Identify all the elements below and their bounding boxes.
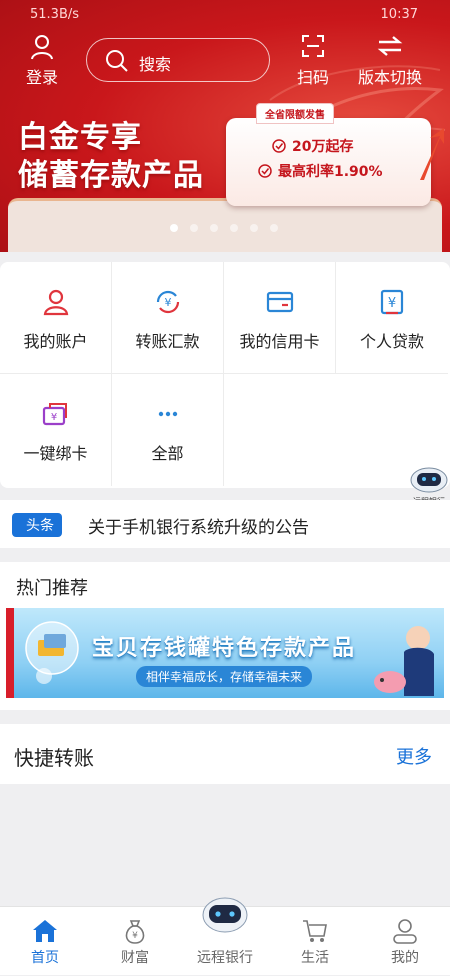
child-piggybank-illustration-icon [374,626,434,696]
bind-card-icon: ¥ [42,403,67,426]
arrow-up-icon [420,128,444,180]
carousel-dot[interactable] [170,224,178,232]
cart-icon [303,920,327,942]
person-icon [393,919,417,944]
tab-wealth[interactable]: ¥ 财富 [90,907,180,976]
tab-home[interactable]: 首页 [0,907,90,976]
grid-item-credit-card[interactable]: 我的信用卡 [224,262,336,374]
loan-icon: ¥ [380,289,404,315]
function-grid: 我的账户 ¥ 转账汇款 我的信用卡 ¥ 个人贷款 ¥ 一键绑卡 全部 [0,262,450,488]
banner-accent [6,608,14,698]
hero-banner[interactable]: 51.3B/s 10:37 登录 搜索 扫码 版本切换 白金专享 储蓄存款产品 … [0,0,450,252]
check-circle-icon [272,139,286,153]
hero-title-line2: 储蓄存款产品 [18,158,204,193]
bubble-illustration-icon [25,621,79,684]
carousel-dot[interactable] [190,224,198,232]
grid-item-label: 一键绑卡 [23,444,88,463]
grid-item-label: 我的信用卡 [239,332,320,351]
grid-item-label: 转账汇款 [135,332,200,351]
banner-subtitle: 相伴幸福成长，存储幸福未来 [136,666,313,687]
headline-bar[interactable]: 头条 关于手机银行系统升级的公告 [0,500,450,548]
more-dots-icon [158,411,178,417]
hero-arch-frame [8,198,442,252]
user-account-icon [43,289,69,316]
login-label: 登录 [25,68,58,87]
robot-icon [410,467,448,493]
more-link[interactable]: 更多 [396,743,432,769]
money-bag-icon: ¥ [125,920,145,944]
grid-item-all[interactable]: 全部 [112,374,224,486]
carousel-dot[interactable] [270,224,278,232]
switch-arrows-icon [377,36,403,56]
carousel-dot[interactable] [230,224,238,232]
tab-label: 首页 [31,950,59,966]
version-switch-button[interactable]: 版本切换 [352,34,428,88]
switch-label: 版本切换 [357,68,422,87]
grid-item-personal-loan[interactable]: ¥ 个人贷款 [336,262,448,374]
headline-text: 关于手机银行系统升级的公告 [88,518,309,538]
transfer-icon: ¥ [156,290,180,314]
svg-text:¥: ¥ [388,296,396,311]
grid-item-label: 全部 [151,444,184,463]
check-circle-icon [258,164,272,178]
scan-icon [302,35,324,57]
scan-button[interactable]: 扫码 [292,34,334,88]
promo-banner[interactable]: 宝贝存钱罐特色存款产品 相伴幸福成长，存储幸福未来 [6,608,444,698]
banner-title: 宝贝存钱罐特色存款产品 [92,636,357,661]
grid-item-label: 我的账户 [23,332,88,351]
grid-item-bind-card[interactable]: ¥ 一键绑卡 [0,374,112,486]
bottom-tab-bar: 首页 ¥ 财富 远程银行 生活 我的 [0,897,450,976]
login-button[interactable]: 登录 [18,34,66,88]
tab-remote-bank[interactable]: 远程银行 [180,897,270,976]
user-icon [31,35,53,60]
tab-life[interactable]: 生活 [270,907,360,976]
tab-label: 我的 [391,950,419,966]
section-title: 快捷转账 [14,746,94,770]
hot-recommend-section: 热门推荐 宝贝存钱罐特色存款产品 相伴幸福成长，存储幸福未来 [0,562,450,710]
search-input[interactable]: 搜索 [86,38,270,82]
grid-item-transfer[interactable]: ¥ 转账汇款 [112,262,224,374]
robot-icon [202,897,248,933]
tab-label: 财富 [121,950,149,966]
scan-label: 扫码 [296,68,329,87]
search-icon [106,50,128,72]
network-speed: 51.3B/s [30,7,80,22]
carousel-dot[interactable] [210,224,218,232]
promo-tag: 全省限额发售 [256,103,334,124]
promo-point-1: 20万起存 [292,139,354,155]
grid-item-my-account[interactable]: 我的账户 [0,262,112,374]
status-bar: 51.3B/s 10:37 [0,0,450,30]
grid-item-label: 个人贷款 [359,332,424,351]
svg-text:¥: ¥ [51,412,57,423]
credit-card-icon [266,291,294,313]
carousel-dot[interactable] [250,224,258,232]
promo-point-2: 最高利率1.90% [278,164,383,180]
tab-label: 生活 [301,950,329,966]
search-placeholder: 搜索 [139,55,172,74]
svg-text:¥: ¥ [132,931,138,941]
tab-label: 远程银行 [197,950,253,966]
quick-transfer-section: 快捷转账 更多 [0,724,450,784]
section-title: 热门推荐 [16,578,88,599]
home-icon [33,920,57,942]
clock: 10:37 [380,7,418,22]
headline-tag: 头条 [12,513,62,537]
tab-mine[interactable]: 我的 [360,907,450,976]
svg-text:¥: ¥ [165,296,172,309]
